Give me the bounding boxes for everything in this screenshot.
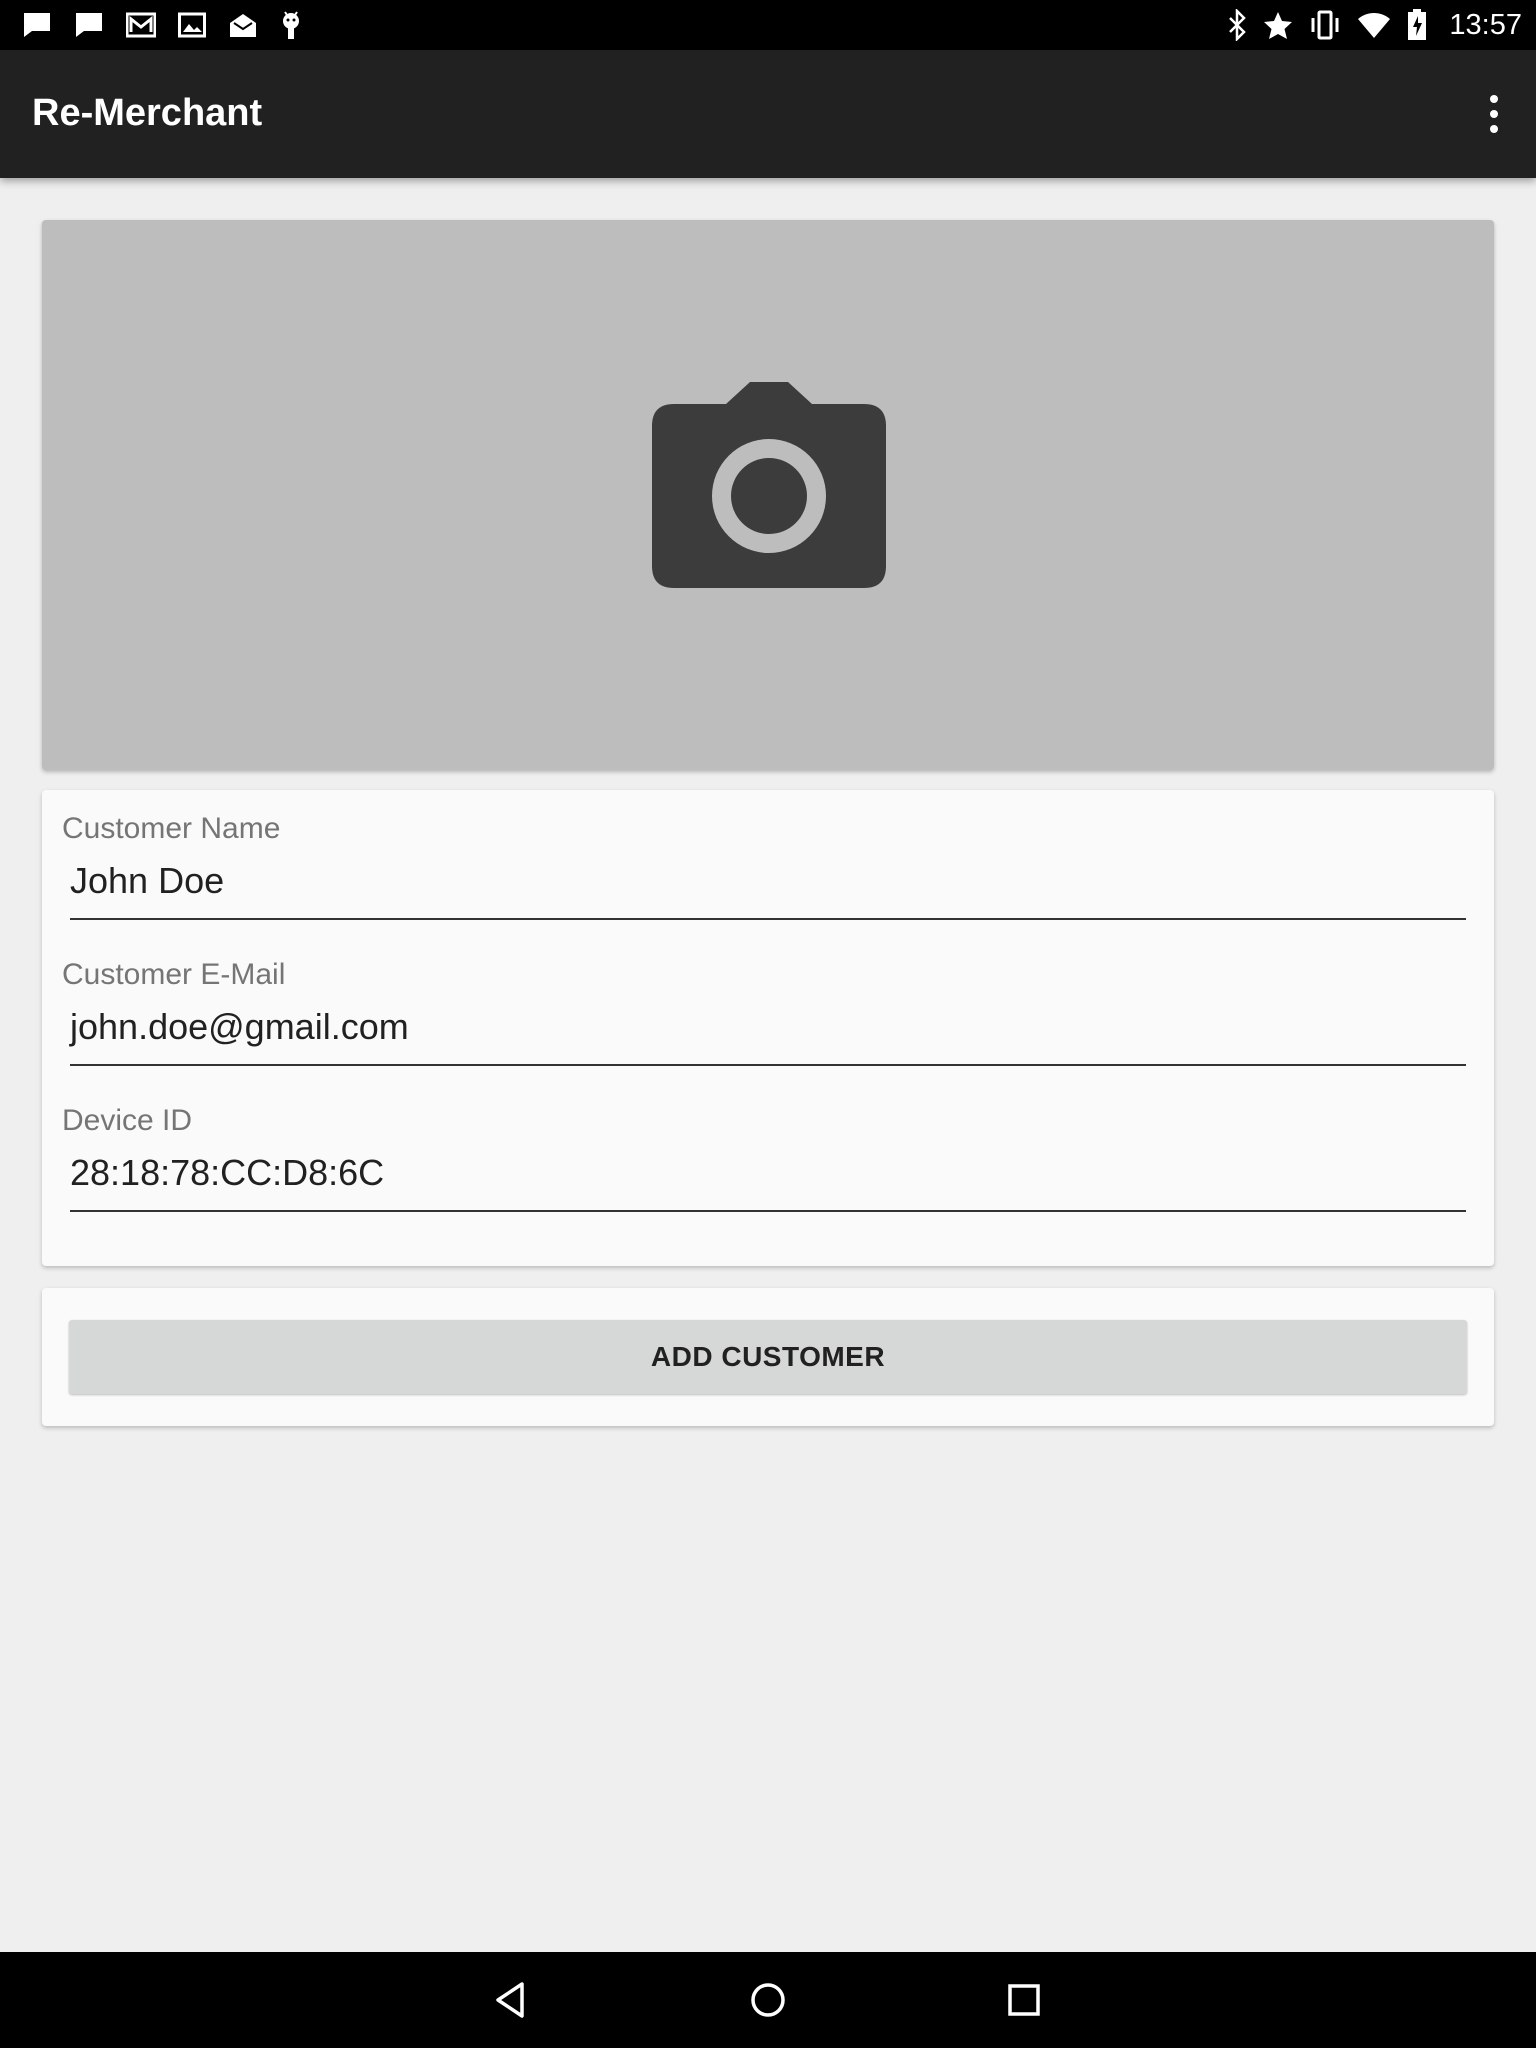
recents-icon[interactable] (1000, 1976, 1048, 2024)
customer-name-input[interactable]: John Doe (70, 860, 1466, 920)
wifi-icon (1358, 13, 1391, 38)
image-icon (178, 12, 206, 38)
device-id-label: Device ID (62, 1104, 193, 1137)
system-icons: 13:57 (1227, 8, 1522, 42)
back-icon[interactable] (488, 1976, 536, 2024)
customer-form: Customer Name John Doe Customer E-Mail j… (42, 790, 1494, 1266)
action-card: ADD CUSTOMER (42, 1288, 1494, 1426)
mail-open-icon (230, 14, 256, 37)
customer-email-field: Customer E-Mail john.doe@gmail.com (62, 958, 1466, 1066)
android-icon (283, 11, 299, 39)
photo-placeholder[interactable] (42, 220, 1494, 770)
device-id-field: Device ID 28:18:78:CC:D8:6C (62, 1104, 1466, 1212)
camera-icon (652, 382, 886, 588)
add-customer-button[interactable]: ADD CUSTOMER (69, 1320, 1467, 1394)
star-icon (1264, 12, 1293, 39)
app-title: Re-Merchant (32, 92, 263, 134)
app-bar: Re-Merchant (0, 50, 1536, 178)
customer-name-label: Customer Name (62, 812, 281, 845)
message-icon (24, 13, 50, 37)
gmail-icon (126, 12, 156, 38)
customer-email-label: Customer E-Mail (62, 958, 286, 991)
status-time: 13:57 (1449, 8, 1522, 41)
navigation-bar (0, 1952, 1536, 2048)
notification-icons (22, 10, 302, 40)
device-id-input[interactable]: 28:18:78:CC:D8:6C (70, 1152, 1466, 1212)
bluetooth-icon (1229, 9, 1247, 41)
more-vert-icon[interactable] (1474, 90, 1514, 138)
vibrate-icon (1311, 10, 1339, 40)
home-icon[interactable] (744, 1976, 792, 2024)
customer-email-input[interactable]: john.doe@gmail.com (70, 1006, 1466, 1066)
message-icon (76, 13, 102, 37)
battery-icon (1408, 9, 1427, 40)
status-bar: 13:57 (0, 0, 1536, 50)
customer-name-field: Customer Name John Doe (62, 812, 1466, 920)
